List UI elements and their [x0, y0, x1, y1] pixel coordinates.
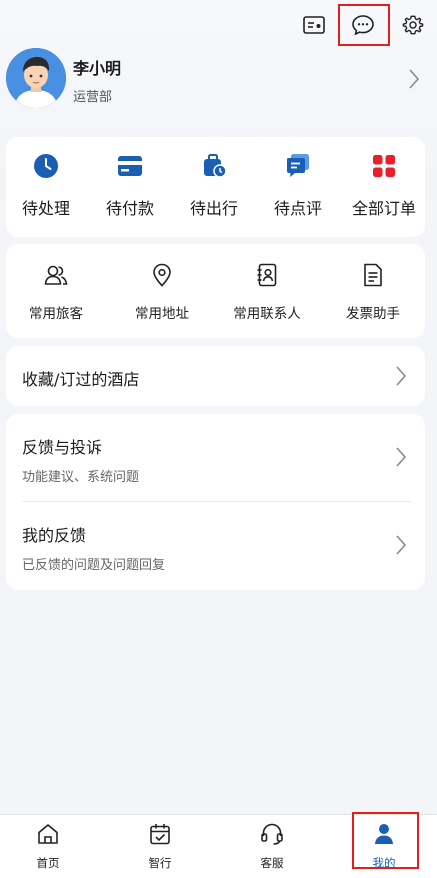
my-feedback-title: 我的反馈 [22, 526, 87, 545]
order-pending-process[interactable]: 待处理 [5, 151, 87, 219]
service-label: 常用旅客 [29, 306, 83, 322]
service-frequent-travelers[interactable]: 常用旅客 [6, 262, 106, 322]
service-label: 常用地址 [135, 306, 189, 322]
tab-label: 智行 [148, 856, 172, 870]
calendar-check-icon [147, 821, 173, 847]
home-icon [35, 821, 61, 847]
chevron-right-icon [395, 365, 407, 391]
feedback-complaint-title: 反馈与投诉 [22, 438, 103, 457]
tab-label: 首页 [36, 856, 60, 870]
card-icon [115, 151, 145, 181]
order-pending-payment[interactable]: 待付款 [89, 151, 171, 219]
feedback-card: 反馈与投诉 功能建议、系统问题 我的反馈 已反馈的问题及问题回复 [6, 414, 425, 590]
service-label: 常用联系人 [233, 306, 301, 322]
services-card: 常用旅客 常用地址 常用联系人 发票助手 [6, 244, 425, 338]
message-highlight-box [338, 4, 390, 46]
feedback-complaint-row[interactable]: 反馈与投诉 功能建议、系统问题 [6, 414, 425, 501]
orders-card: 待处理 待付款 待出行 待点评 全部订单 [6, 137, 425, 237]
order-label: 待付款 [105, 199, 154, 218]
location-pin-icon [149, 262, 175, 288]
order-label: 待出行 [189, 199, 238, 218]
order-label: 待点评 [273, 199, 322, 218]
order-pending-travel[interactable]: 待出行 [173, 151, 255, 219]
id-card-icon[interactable] [299, 10, 329, 40]
service-invoice-assistant[interactable]: 发票助手 [323, 262, 423, 322]
user-department: 运营部 [73, 90, 113, 105]
service-frequent-addresses[interactable]: 常用地址 [112, 262, 212, 322]
chevron-right-icon [395, 446, 407, 472]
comment-icon [283, 151, 313, 181]
users-icon [43, 262, 69, 288]
contacts-book-icon [254, 262, 280, 288]
tab-customer-service[interactable]: 客服 [232, 821, 312, 871]
my-feedback-subtitle: 已反馈的问题及问题回复 [22, 558, 166, 573]
chevron-right-icon[interactable] [408, 68, 420, 94]
luggage-icon [199, 151, 229, 181]
tab-smart-travel[interactable]: 智行 [120, 821, 200, 871]
chevron-right-icon [395, 534, 407, 560]
order-label: 全部订单 [351, 199, 416, 218]
favorite-hotels-label: 收藏/订过的酒店 [22, 370, 140, 389]
order-label: 待处理 [21, 199, 70, 218]
grid-icon [369, 151, 399, 181]
order-pending-review[interactable]: 待点评 [257, 151, 339, 219]
service-label: 发票助手 [346, 306, 400, 322]
user-name: 李小明 [73, 59, 122, 78]
tab-label: 客服 [260, 856, 284, 870]
gear-icon[interactable] [398, 10, 428, 40]
service-frequent-contacts[interactable]: 常用联系人 [217, 262, 317, 322]
clock-icon [31, 151, 61, 181]
order-all[interactable]: 全部订单 [343, 151, 425, 219]
headset-icon [259, 821, 285, 847]
profile-section[interactable]: 李小明 运营部 [6, 48, 430, 112]
feedback-complaint-subtitle: 功能建议、系统问题 [22, 470, 140, 485]
my-feedback-row[interactable]: 我的反馈 已反馈的问题及问题回复 [6, 502, 425, 590]
avatar[interactable] [6, 48, 66, 108]
me-tab-highlight-box [352, 812, 419, 869]
tab-home[interactable]: 首页 [8, 821, 88, 871]
invoice-icon [360, 262, 386, 288]
favorite-hotels-row[interactable]: 收藏/订过的酒店 [6, 346, 425, 406]
